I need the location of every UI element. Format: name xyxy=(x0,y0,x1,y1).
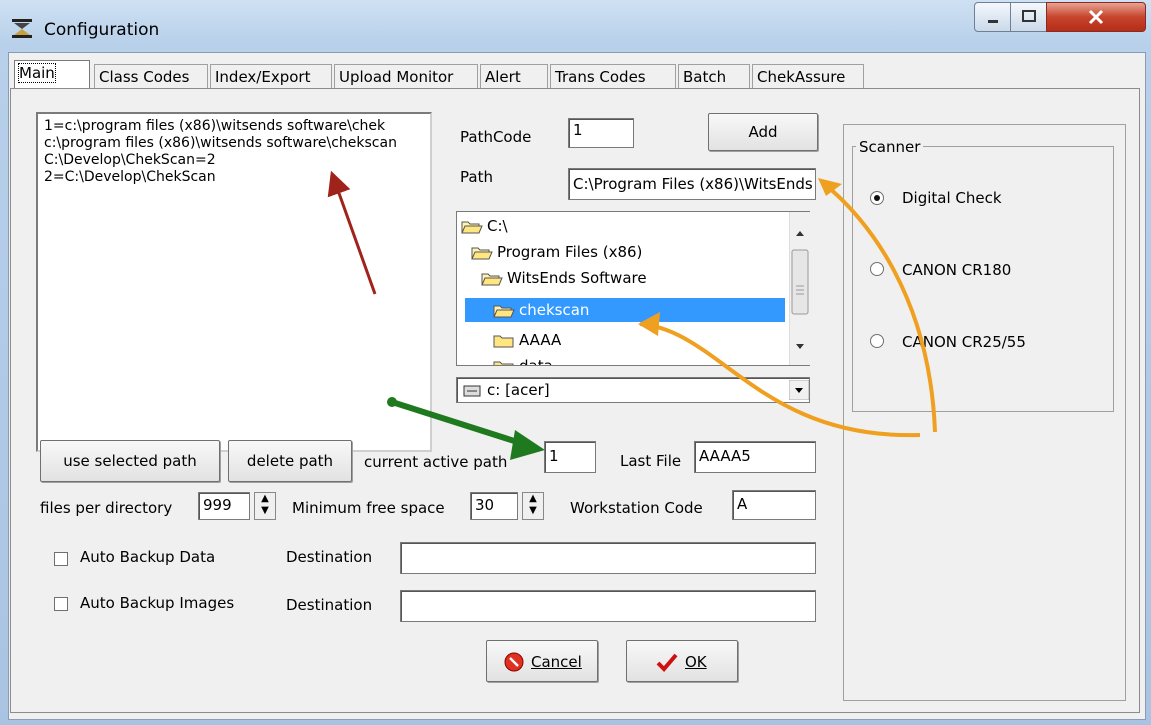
files-per-directory-input[interactable]: 999 xyxy=(198,492,250,520)
checkmark-icon xyxy=(656,653,678,672)
minimum-free-space-input[interactable]: 30 xyxy=(470,492,518,520)
scroll-thumb xyxy=(791,249,809,315)
minimize-button[interactable] xyxy=(974,2,1012,32)
title-bar[interactable]: Configuration xyxy=(0,0,1151,52)
tab-upload-monitor[interactable]: Upload Monitor xyxy=(334,64,478,88)
tab-trans-codes[interactable]: Trans Codes xyxy=(550,64,676,88)
maximize-button[interactable] xyxy=(1010,2,1048,32)
radio-canon-cr25-55[interactable] xyxy=(870,334,884,348)
close-button[interactable] xyxy=(1046,2,1146,32)
open-folder-icon xyxy=(481,273,503,285)
path-input[interactable]: C:\Program Files (x86)\WitsEnds xyxy=(568,168,816,200)
use-selected-path-button[interactable]: use selected path xyxy=(40,440,220,482)
close-icon xyxy=(1088,9,1104,25)
cancel-button[interactable]: Cancel xyxy=(486,640,598,682)
radio-label: Digital Check xyxy=(902,189,1002,207)
backup-images-destination-input[interactable] xyxy=(400,590,816,622)
last-file-label: Last File xyxy=(620,452,682,470)
minimum-free-space-spinner[interactable]: ▲ ▼ xyxy=(522,492,544,520)
list-item[interactable]: 2=C:\Develop\ChekScan xyxy=(44,169,424,186)
tab-alert[interactable]: Alert xyxy=(480,64,548,88)
radio-label: CANON CR25/55 xyxy=(902,333,1026,351)
pathcode-input[interactable]: 1 xyxy=(568,118,634,148)
tree-item-root[interactable]: C:\ xyxy=(461,214,508,238)
minimize-icon xyxy=(988,20,998,23)
radio-label: CANON CR180 xyxy=(902,261,1012,279)
ok-button[interactable]: OK xyxy=(626,640,738,682)
auto-backup-images-label: Auto Backup Images xyxy=(80,594,235,612)
auto-backup-data-label: Auto Backup Data xyxy=(80,548,216,566)
tree-scrollbar[interactable] xyxy=(789,212,810,365)
list-item[interactable]: C:\Develop\ChekScan=2 xyxy=(44,152,424,169)
path-list[interactable]: 1=c:\program files (x86)\witsends softwa… xyxy=(36,112,432,452)
tree-item-program-files[interactable]: Program Files (x86) xyxy=(471,240,642,264)
workstation-code-label: Workstation Code xyxy=(570,499,703,517)
destination-label: Destination xyxy=(286,548,373,566)
last-file-input[interactable]: AAAA5 xyxy=(694,441,816,473)
folder-icon xyxy=(493,335,514,347)
open-folder-icon xyxy=(471,247,493,259)
scanner-group xyxy=(852,146,1114,412)
chevron-down-icon[interactable] xyxy=(789,380,809,400)
backup-data-destination-input[interactable] xyxy=(400,542,816,574)
files-per-directory-label: files per directory xyxy=(40,499,173,517)
tree-item-chekscan[interactable]: chekscan xyxy=(465,298,785,322)
directory-tree[interactable]: C:\ Program Files (x86) WitsEnds Softwar… xyxy=(456,211,810,366)
tab-strip: Main Class Codes Index/Export Upload Mon… xyxy=(10,58,880,89)
pathcode-label: PathCode xyxy=(460,128,532,146)
scroll-up-icon xyxy=(796,231,804,236)
auto-backup-images-checkbox[interactable] xyxy=(54,597,68,611)
scroll-down-icon xyxy=(796,344,804,349)
open-folder-icon xyxy=(461,221,483,233)
radio-digital-check[interactable] xyxy=(870,191,884,205)
tab-batch[interactable]: Batch xyxy=(678,64,750,88)
list-item[interactable]: 1=c:\program files (x86)\witsends softwa… xyxy=(44,118,424,135)
minimum-free-space-label: Minimum free space xyxy=(292,499,445,517)
delete-path-button[interactable]: delete path xyxy=(228,440,352,482)
drive-icon xyxy=(463,385,481,397)
tree-item-data[interactable]: data xyxy=(493,354,553,365)
tab-main[interactable]: Main xyxy=(14,60,90,89)
cancel-icon xyxy=(504,652,524,672)
window-title: Configuration xyxy=(44,20,160,40)
radio-canon-cr180[interactable] xyxy=(870,262,884,276)
destination-label: Destination xyxy=(286,596,373,614)
tree-item-aaaa[interactable]: AAAA xyxy=(493,328,561,352)
list-item[interactable]: c:\program files (x86)\witsends software… xyxy=(44,135,424,152)
open-folder-icon xyxy=(493,305,515,317)
drive-select[interactable]: c: [acer] xyxy=(456,377,810,403)
tab-chekassure[interactable]: ChekAssure xyxy=(752,64,864,88)
workstation-code-input[interactable]: A xyxy=(732,490,816,520)
scanner-title: Scanner xyxy=(856,138,924,156)
add-button[interactable]: Add xyxy=(708,113,818,151)
maximize-icon xyxy=(1022,10,1036,22)
tree-item-witsends[interactable]: WitsEnds Software xyxy=(481,266,647,290)
auto-backup-data-checkbox[interactable] xyxy=(54,552,68,566)
current-active-path-input[interactable]: 1 xyxy=(544,441,596,473)
tab-index-export[interactable]: Index/Export xyxy=(210,64,332,88)
files-per-directory-spinner[interactable]: ▲ ▼ xyxy=(254,492,276,520)
app-icon xyxy=(12,19,32,38)
folder-icon xyxy=(493,361,514,365)
path-label: Path xyxy=(460,168,493,186)
tab-class-codes[interactable]: Class Codes xyxy=(94,64,208,88)
current-active-path-label: current active path xyxy=(364,453,508,471)
